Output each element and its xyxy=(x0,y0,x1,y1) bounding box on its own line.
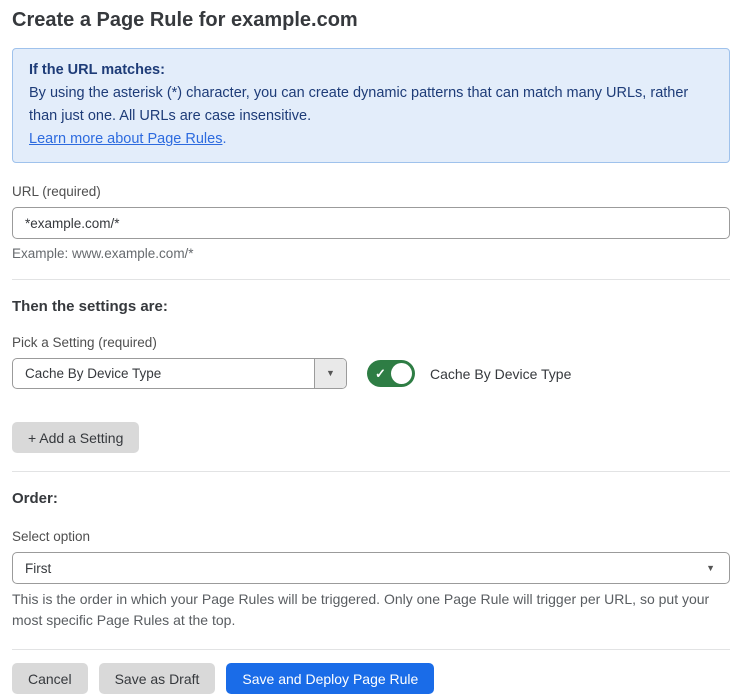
url-match-info-box: If the URL matches: By using the asteris… xyxy=(12,48,730,163)
link-period: . xyxy=(222,131,226,147)
order-help-text: This is the order in which your Page Rul… xyxy=(12,589,730,631)
check-icon: ✓ xyxy=(375,367,386,380)
url-input[interactable] xyxy=(12,207,730,239)
cancel-button[interactable]: Cancel xyxy=(12,663,88,694)
setting-select-arrow-button[interactable]: ▼ xyxy=(314,359,346,388)
url-example-text: Example: www.example.com/* xyxy=(12,246,730,261)
add-setting-button[interactable]: + Add a Setting xyxy=(12,422,139,453)
divider xyxy=(12,471,730,472)
order-select[interactable]: First ▼ xyxy=(12,552,730,584)
save-deploy-button[interactable]: Save and Deploy Page Rule xyxy=(226,663,434,694)
settings-section-heading: Then the settings are: xyxy=(12,298,730,315)
order-select-value: First xyxy=(25,561,51,576)
footer-actions: Cancel Save as Draft Save and Deploy Pag… xyxy=(12,663,730,694)
page-title: Create a Page Rule for example.com xyxy=(12,8,730,32)
chevron-down-icon: ▼ xyxy=(326,369,335,378)
order-section-heading: Order: xyxy=(12,490,730,507)
setting-row: Cache By Device Type ▼ ✓ Cache By Device… xyxy=(12,358,730,389)
setting-toggle[interactable]: ✓ xyxy=(367,360,415,387)
info-box-link-line: Learn more about Page Rules. xyxy=(29,128,713,151)
order-select-label: Select option xyxy=(12,529,730,544)
toggle-knob xyxy=(391,363,412,384)
url-field-label: URL (required) xyxy=(12,184,730,199)
save-draft-button[interactable]: Save as Draft xyxy=(99,663,216,694)
info-box-heading: If the URL matches: xyxy=(29,59,713,82)
setting-toggle-label: Cache By Device Type xyxy=(430,366,571,382)
page-rule-form: Create a Page Rule for example.com If th… xyxy=(0,0,750,694)
setting-select-value: Cache By Device Type xyxy=(13,359,314,388)
divider xyxy=(12,279,730,280)
pick-setting-label: Pick a Setting (required) xyxy=(12,335,730,350)
divider xyxy=(12,649,730,650)
learn-more-link[interactable]: Learn more about Page Rules xyxy=(29,131,222,147)
setting-select[interactable]: Cache By Device Type ▼ xyxy=(12,358,347,389)
info-box-body: By using the asterisk (*) character, you… xyxy=(29,82,713,128)
chevron-down-icon: ▼ xyxy=(706,564,715,573)
